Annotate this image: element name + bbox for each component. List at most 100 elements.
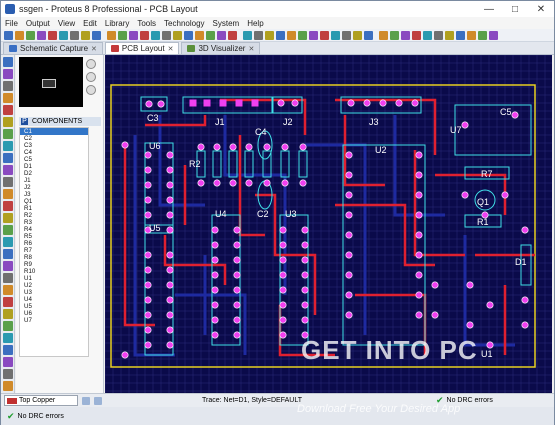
selection-mode-icon[interactable]	[3, 309, 13, 319]
redo-icon[interactable]	[320, 30, 329, 40]
list-item[interactable]: R5	[20, 233, 88, 240]
drc-icon[interactable]	[206, 30, 215, 40]
track-icon[interactable]	[401, 30, 410, 40]
redo-icon[interactable]	[92, 30, 101, 40]
mirror-icon[interactable]	[86, 85, 96, 95]
pad-icon[interactable]	[195, 30, 204, 40]
menu-system[interactable]: System	[213, 19, 240, 28]
menu-technology[interactable]: Technology	[164, 19, 204, 28]
edge-pad-icon[interactable]	[3, 189, 13, 199]
copy-icon[interactable]	[59, 30, 68, 40]
list-item[interactable]: R1	[20, 205, 88, 212]
play-icon[interactable]	[82, 396, 90, 405]
list-item[interactable]: U2	[20, 282, 88, 289]
line-icon[interactable]	[3, 201, 13, 211]
package-mode-icon[interactable]	[3, 81, 13, 91]
new-icon[interactable]	[228, 30, 237, 40]
zoom-out-icon[interactable]	[118, 30, 127, 40]
list-item[interactable]: R8	[20, 254, 88, 261]
round-pad-icon[interactable]	[3, 153, 13, 163]
save-icon[interactable]	[254, 30, 263, 40]
dil-pad-icon[interactable]	[3, 177, 13, 187]
cut-icon[interactable]	[276, 30, 285, 40]
tab-schematic-capture[interactable]: Schematic Capture ✕	[3, 42, 103, 54]
dimension-icon[interactable]	[3, 297, 13, 307]
save-icon[interactable]	[26, 30, 35, 40]
new-icon[interactable]	[4, 30, 13, 40]
list-item[interactable]: C5	[20, 156, 88, 163]
list-item[interactable]: U5	[20, 303, 88, 310]
symbol-icon[interactable]	[3, 273, 13, 283]
open-icon[interactable]	[467, 30, 476, 40]
menu-edit[interactable]: Edit	[83, 19, 97, 28]
rotate-ccw-icon[interactable]	[86, 72, 96, 82]
marker-icon[interactable]	[3, 285, 13, 295]
zoom-fit-icon[interactable]	[353, 30, 362, 40]
copy-icon[interactable]	[287, 30, 296, 40]
zone-mode-icon[interactable]	[3, 369, 13, 379]
via-icon[interactable]	[412, 30, 421, 40]
autoroute-icon[interactable]	[445, 30, 454, 40]
list-item[interactable]: J2	[20, 184, 88, 191]
print-icon[interactable]	[265, 30, 274, 40]
undo-icon[interactable]	[309, 30, 318, 40]
cut-icon[interactable]	[48, 30, 57, 40]
list-item[interactable]: C3	[20, 142, 88, 149]
ratsnest-mode-icon[interactable]	[3, 129, 13, 139]
drc-status-left[interactable]: ✔ No DRC errors	[1, 407, 554, 425]
menu-view[interactable]: View	[58, 19, 75, 28]
zoom-fit-icon[interactable]	[129, 30, 138, 40]
undo-icon[interactable]	[81, 30, 90, 40]
rotate-cw-icon[interactable]	[86, 59, 96, 69]
select-icon[interactable]	[162, 30, 171, 40]
maximize-button[interactable]: □	[502, 1, 528, 17]
paste-icon[interactable]	[70, 30, 79, 40]
list-item[interactable]: C1	[20, 128, 88, 135]
step-icon[interactable]	[94, 396, 102, 405]
arc-icon[interactable]	[3, 237, 13, 247]
list-item[interactable]: R3	[20, 219, 88, 226]
list-item[interactable]: R6	[20, 240, 88, 247]
print-icon[interactable]	[489, 30, 498, 40]
component-mode-icon[interactable]	[3, 69, 13, 79]
list-item[interactable]: U1	[20, 275, 88, 282]
menu-library[interactable]: Library	[105, 19, 129, 28]
menu-tools[interactable]: Tools	[137, 19, 156, 28]
preview-viewport[interactable]	[42, 79, 56, 88]
path-icon[interactable]	[3, 249, 13, 259]
list-item[interactable]: J1	[20, 177, 88, 184]
zone-mode-icon[interactable]	[3, 117, 13, 127]
tab-3d-visualizer[interactable]: 3D Visualizer ✕	[181, 42, 261, 54]
tab-close-icon[interactable]: ✕	[248, 45, 254, 53]
select-icon[interactable]	[390, 30, 399, 40]
track-mode-icon[interactable]	[3, 93, 13, 103]
new-icon[interactable]	[456, 30, 465, 40]
layer-selector[interactable]: Top Copper	[4, 395, 78, 406]
box-icon[interactable]	[3, 213, 13, 223]
autoroute-icon[interactable]	[217, 30, 226, 40]
save-icon[interactable]	[478, 30, 487, 40]
tab-pcb-layout[interactable]: PCB Layout ✕	[104, 42, 180, 54]
components-list[interactable]: C1 C2 C3 C4 C5 D1 D2 J1 J2 J3 Q1 R1 R2 R3 R4 R5 R6 R7 R8 R9…	[19, 127, 89, 357]
selection-mode-icon[interactable]	[3, 57, 13, 67]
zoom-in-icon[interactable]	[331, 30, 340, 40]
zoom-out-icon[interactable]	[342, 30, 351, 40]
list-item[interactable]: C2	[20, 135, 88, 142]
grid-icon[interactable]	[364, 30, 373, 40]
list-item[interactable]: U7	[20, 317, 88, 324]
list-item[interactable]: C4	[20, 149, 88, 156]
zoom-in-icon[interactable]	[107, 30, 116, 40]
list-item[interactable]: U3	[20, 289, 88, 296]
pad-icon[interactable]	[423, 30, 432, 40]
text-icon[interactable]	[3, 261, 13, 271]
paste-icon[interactable]	[298, 30, 307, 40]
via-mode-icon[interactable]	[3, 105, 13, 115]
square-pad-icon[interactable]	[3, 165, 13, 175]
overview-preview[interactable]	[19, 57, 83, 107]
track-mode-icon[interactable]	[3, 345, 13, 355]
list-item[interactable]: U6	[20, 310, 88, 317]
circle-icon[interactable]	[3, 225, 13, 235]
connectivity-icon[interactable]	[3, 141, 13, 151]
list-item[interactable]: J3	[20, 191, 88, 198]
open-icon[interactable]	[243, 30, 252, 40]
